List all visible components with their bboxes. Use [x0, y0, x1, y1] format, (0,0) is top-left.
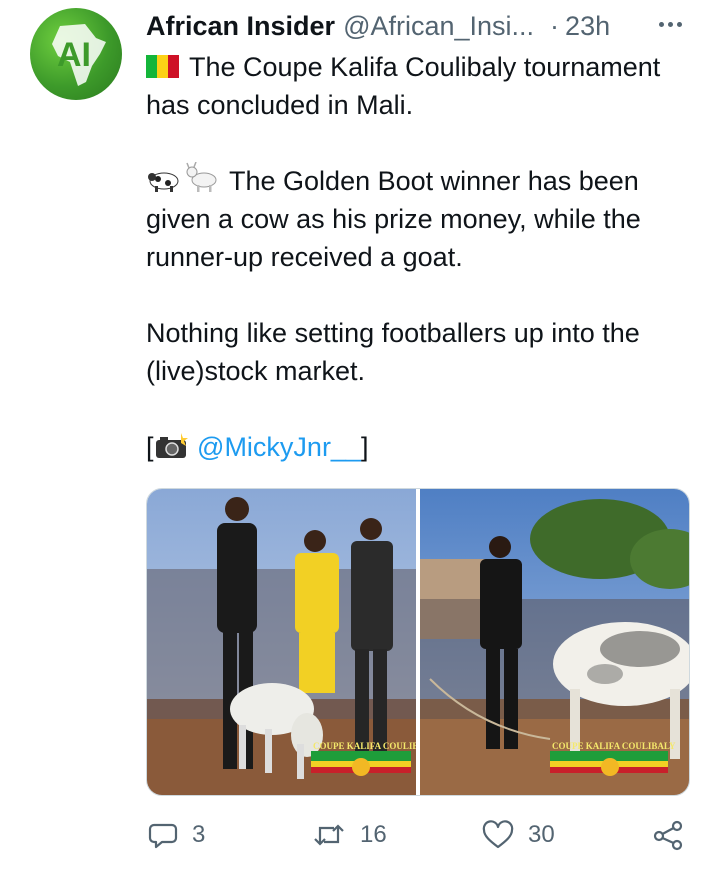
- camera-flash-icon: [155, 433, 188, 458]
- avatar[interactable]: AI: [30, 8, 122, 100]
- cow-icon: [148, 172, 179, 192]
- tweet-line-3: Nothing like setting footballers up into…: [146, 318, 640, 386]
- mali-flag-icon: [146, 55, 179, 78]
- tweet-paragraph-3: Nothing like setting footballers up into…: [146, 314, 696, 390]
- photo-goat-winner[interactable]: COUPE KALIFA COULIBALY: [147, 489, 416, 795]
- credit-mention-link[interactable]: @MickyJnr__: [197, 432, 361, 462]
- retweet-count: 16: [360, 821, 387, 848]
- goat-icon: [186, 162, 217, 192]
- credit-open-bracket: [: [146, 432, 154, 462]
- like-count: 30: [528, 821, 555, 848]
- retweet-arrows-icon: [314, 824, 344, 846]
- tweet-paragraph-2: The Golden Boot winner has been given a …: [146, 162, 696, 276]
- more-options-icon[interactable]: [650, 10, 690, 38]
- tweet-paragraph-1: The Coupe Kalifa Coulibaly tournament ha…: [146, 48, 696, 124]
- retweet-button[interactable]: 16: [312, 815, 387, 855]
- timestamp[interactable]: 23h: [565, 11, 610, 42]
- reply-button[interactable]: 3: [148, 815, 205, 855]
- tweet-actions: 3 16 30: [146, 815, 696, 855]
- africa-logo-icon: AI: [52, 24, 106, 86]
- heart-icon: [482, 820, 514, 849]
- tweet-line-1: The Coupe Kalifa Coulibaly tournament ha…: [146, 52, 661, 120]
- credit-close-bracket: ]: [360, 432, 369, 462]
- like-button[interactable]: 30: [482, 815, 555, 855]
- photo-cow-winner[interactable]: COUPE KALIFA COULIBALY: [420, 489, 689, 795]
- share-icon: [653, 820, 683, 851]
- reply-count: 3: [192, 821, 206, 848]
- photo-credit: [ @MickyJnr__]: [146, 428, 696, 466]
- share-button[interactable]: [652, 815, 698, 855]
- tweet-header: African Insider @African_Insi... · 23h: [146, 8, 696, 44]
- comment-bubble-icon: [148, 823, 178, 849]
- author-name[interactable]: African Insider: [146, 11, 335, 42]
- separator-dot: ·: [550, 10, 560, 41]
- banner-text-2: COUPE KALIFA COULIBALY: [552, 741, 676, 751]
- banner-text-1: COUPE KALIFA COULIBALY: [313, 741, 416, 751]
- tweet-line-2: The Golden Boot winner has been given a …: [146, 166, 641, 272]
- media-grid: COUPE KALIFA COULIBALY: [146, 488, 690, 796]
- tweet-text: The Coupe Kalifa Coulibaly tournament ha…: [146, 48, 696, 466]
- author-handle[interactable]: @African_Insi...: [343, 11, 534, 42]
- svg-text:AI: AI: [57, 36, 91, 74]
